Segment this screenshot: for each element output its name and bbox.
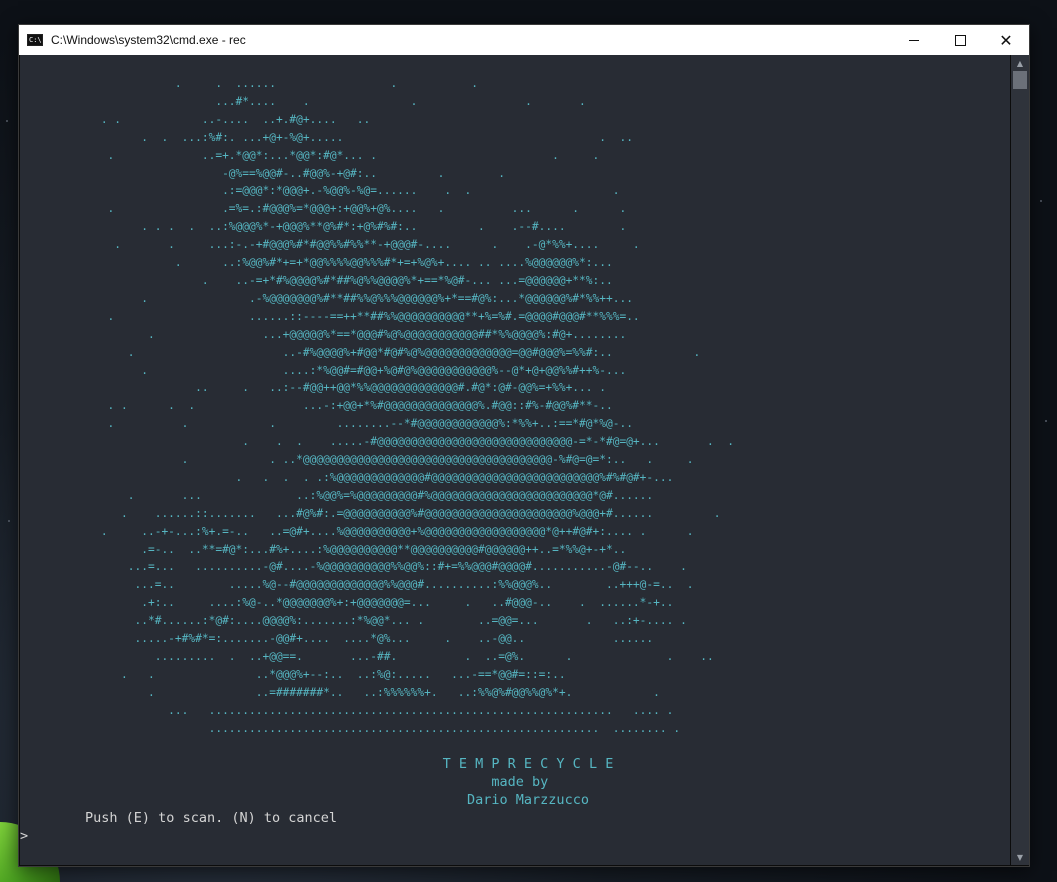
prompt-indent [20,810,85,826]
close-button[interactable]: ✕ [983,25,1029,55]
maximize-icon [954,34,966,46]
made-by-label: made by [491,774,549,790]
close-icon: ✕ [999,30,1013,50]
vertical-scrollbar[interactable]: ▲ ▼ [1011,55,1029,865]
prompt-message: Push (E) to scan. (N) to cancel [85,810,337,826]
app-title: T E M P R E C Y C L E [442,756,614,772]
cmd-icon[interactable]: C:\ [27,34,43,46]
minimize-icon [909,39,919,41]
credits-author-line [20,792,467,808]
scroll-up-icon[interactable]: ▲ [1011,55,1029,71]
window-controls: ✕ [891,25,1029,55]
credits-madeby-line [20,774,491,790]
author-name: Dario Marzzucco [467,792,589,808]
wallpaper-star [8,520,10,522]
maximize-button[interactable] [937,25,983,55]
ascii-art: . . ...... . . ...#*.... . . . . . . ..-… [100,77,734,735]
title-bar[interactable]: C:\ C:\Windows\system32\cmd.exe - rec ✕ [19,25,1029,55]
window-title: C:\Windows\system32\cmd.exe - rec [51,33,246,47]
scroll-down-icon[interactable]: ▼ [1011,849,1029,865]
wallpaper-star [1045,420,1047,422]
scrollbar-thumb[interactable] [1013,71,1027,89]
console-output[interactable]: . . ...... . . ...#*.... . . . . . . ..-… [20,55,1010,865]
prompt-block: Push (E) to scan. (N) to cancel > [20,809,1010,845]
minimize-button[interactable] [891,25,937,55]
wallpaper-star [1040,200,1042,202]
prompt-cursor[interactable]: > [20,828,28,844]
wallpaper-star [6,120,8,122]
credits-title-line [20,756,443,772]
cmd-window: C:\ C:\Windows\system32\cmd.exe - rec ✕ … [18,24,1030,867]
credits-block: T E M P R E C Y C L E made by Dario Marz… [20,755,1010,809]
